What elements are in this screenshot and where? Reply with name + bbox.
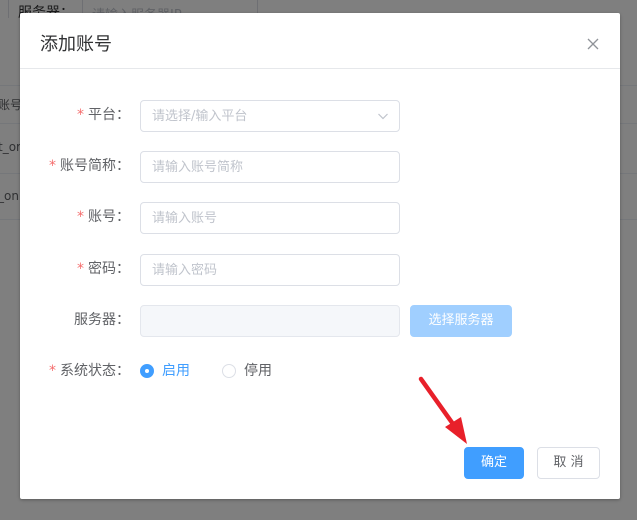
choose-server-button[interactable]: 选择服务器 [410,305,512,337]
platform-label: * 平台： [77,107,130,123]
required-mark: * [49,363,56,379]
confirm-button[interactable]: 确定 [464,447,524,479]
radio-checked-icon[interactable] [140,364,154,378]
required-mark: * [77,209,84,225]
password-field[interactable] [140,254,400,286]
chevron-down-icon[interactable] [377,110,389,122]
required-mark: * [49,158,56,174]
server-field [140,305,400,337]
annotation-arrow-icon [418,376,467,444]
add-account-dialog: 添加账号 *平台： *账号简称： *账号： *密码： 服务器： 选择服务器 *系… [20,13,620,499]
server-input [141,306,399,336]
status-radio-label: 停用 [244,363,272,379]
short-name-label: * 账号简称： [49,158,130,174]
account-field[interactable] [140,202,400,234]
status-radio-label: 启用 [162,363,190,379]
password-label: * 密码： [77,261,130,277]
platform-input[interactable] [141,101,399,131]
dialog-title: 添加账号 [40,34,112,55]
password-input[interactable] [141,255,399,285]
status-label: * 系统状态： [49,363,130,379]
short-name-input[interactable] [141,152,399,182]
account-input[interactable] [141,203,399,233]
server-label: 服务器： [74,312,130,328]
platform-select[interactable] [140,100,400,132]
required-mark: * [77,107,84,123]
short-name-field[interactable] [140,151,400,183]
cancel-button[interactable]: 取 消 [537,447,600,479]
close-icon[interactable] [586,37,600,51]
account-label: * 账号： [77,209,130,225]
required-mark: * [77,261,84,277]
dialog-header: 添加账号 [20,13,620,69]
radio-unchecked-icon[interactable] [222,364,236,378]
